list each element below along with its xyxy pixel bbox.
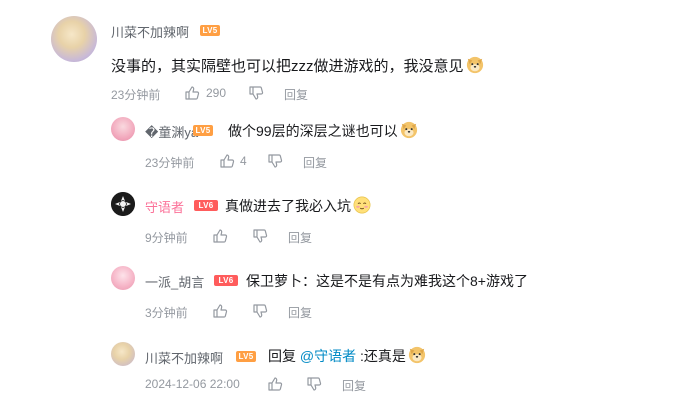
level-badge: LV5 <box>200 25 220 36</box>
reply-time: 2024-12-06 22:00 <box>145 377 240 391</box>
reply-prefix: 回复 <box>268 348 296 364</box>
avatar[interactable] <box>111 117 135 141</box>
avatar[interactable] <box>111 342 135 366</box>
doge-emoji <box>400 121 417 139</box>
reply-button[interactable]: 回复 <box>288 304 312 321</box>
username[interactable]: 川菜不加辣啊 <box>145 348 223 367</box>
avatar-image <box>111 192 135 216</box>
username[interactable]: 川菜不加辣啊 <box>111 22 189 41</box>
username[interactable]: 守语者 <box>145 197 184 216</box>
dislike-icon[interactable] <box>306 376 322 392</box>
username[interactable]: �童渊ya <box>145 122 198 141</box>
reply-button[interactable]: 回复 <box>288 229 312 246</box>
like-icon[interactable] <box>212 228 228 244</box>
reply-text: 保卫萝卜：这是不是有点为难我这个8+游戏了 <box>246 273 528 289</box>
reply-time: 9分钟前 <box>145 231 188 245</box>
reply-time: 23分钟前 <box>145 156 195 170</box>
reply-button[interactable]: 回复 <box>342 377 366 394</box>
dislike-icon[interactable] <box>252 303 268 319</box>
reply-button[interactable]: 回复 <box>303 154 327 171</box>
avatar[interactable] <box>111 192 135 216</box>
comment-text: 没事的，其实隔壁也可以把zzz做进游戏的，我没意见 <box>111 55 484 76</box>
dislike-icon[interactable] <box>252 228 268 244</box>
avatar[interactable] <box>111 266 135 290</box>
username[interactable]: 一派_胡言 <box>145 272 204 291</box>
like-count: 4 <box>240 154 247 168</box>
level-badge: LV5 <box>193 125 213 136</box>
dislike-icon[interactable] <box>267 153 283 169</box>
reply-button[interactable]: 回复 <box>284 86 308 103</box>
comment-time: 23分钟前 <box>111 88 161 102</box>
reply-text: 做个99层的深层之谜也可以 <box>228 121 418 141</box>
like-icon[interactable] <box>184 85 200 101</box>
level-badge: LV6 <box>194 200 218 211</box>
avatar[interactable] <box>51 16 97 62</box>
doge-emoji <box>466 56 483 74</box>
doge-emoji <box>408 346 425 364</box>
reply-time: 3分钟前 <box>145 306 188 320</box>
like-icon[interactable] <box>219 153 235 169</box>
like-icon[interactable] <box>212 303 228 319</box>
blush-emoji <box>353 196 371 214</box>
reply-text: 真做进去了我必入坑 <box>225 196 371 216</box>
dislike-icon[interactable] <box>248 85 264 101</box>
mention-link[interactable]: @守语者 <box>300 348 356 364</box>
level-badge: LV5 <box>236 351 256 362</box>
reply-text: 回复 @守语者 :还真是 <box>268 346 426 366</box>
level-badge: LV6 <box>214 275 238 286</box>
like-count: 290 <box>206 86 227 100</box>
like-icon[interactable] <box>267 376 283 392</box>
